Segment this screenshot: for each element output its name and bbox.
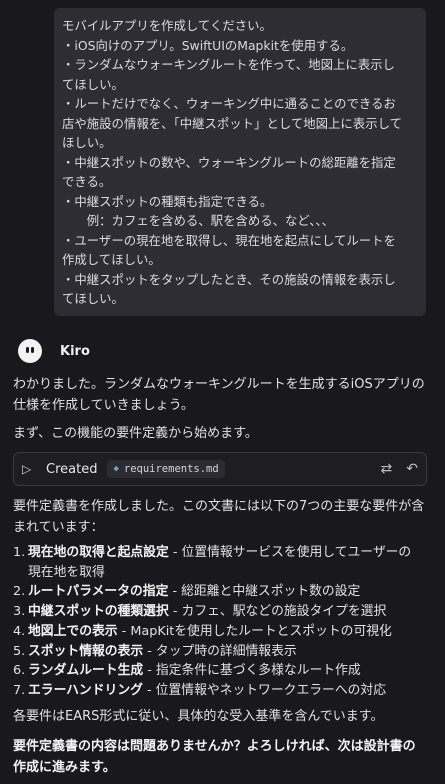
undo-icon[interactable]: ↶: [406, 461, 418, 477]
user-message-line: ・ルートだけでなく、ウォーキング中に通ることのできるお: [62, 96, 396, 111]
user-message-line: 例：カフェを含める、駅を含める、など、、、: [62, 213, 334, 228]
requirement-desc-cont: 現在地を取得: [28, 564, 105, 580]
file-actions: ⇄ ↶: [381, 461, 418, 477]
agent-start-text: まず、この機能の要件定義から始めます。: [13, 426, 258, 441]
user-message-line: できる。: [62, 174, 112, 189]
requirement-number: 4.: [13, 623, 26, 639]
agent-intro: わかりました。ランダムなウォーキングルートを生成するiOSアプリの 仕様を作成し…: [13, 374, 429, 416]
requirement-item: 3. 中継スポットの種類選択 - カフェ、駅などの施設タイプを選択: [13, 602, 433, 622]
requirement-title: 現在地の取得と起点設定: [28, 545, 169, 560]
user-message-bubble: モバイルアプリを作成してください。 ・iOS向けのアプリ。SwiftUIのMap…: [54, 8, 426, 316]
user-message-line: ・中継スポットの数や、ウォーキングルートの総距離を指定: [62, 154, 396, 170]
requirement-desc: - 位置情報サービスを使用してユーザーの: [168, 545, 412, 560]
summary-text: 要件定義書を作成しました。この文書には以下の7つの主要な要件が含 まれています：: [13, 496, 429, 538]
requirement-item: 2. ルートパラメータの指定 - 総距離と中継スポット数の設定: [13, 582, 433, 602]
user-message-line: ・中継スポットをタップしたとき、その施設の情報を表示し: [62, 271, 396, 287]
requirement-number: 2.: [13, 584, 26, 600]
kiro-avatar-icon: [18, 339, 42, 363]
requirements-list: 1. 現在地の取得と起点設定 - 位置情報サービスを使用してユーザーの現在地を取…: [13, 543, 433, 701]
requirement-desc: - 総距離と中継スポット数の設定: [168, 584, 361, 600]
requirement-title: エラーハンドリング: [28, 682, 143, 698]
question-line: 作成に進みます。: [13, 760, 116, 775]
summary-line: まれています：: [13, 520, 104, 535]
requirement-number: 6.: [13, 663, 26, 679]
agent-name: Kiro: [60, 343, 90, 359]
created-file-card[interactable]: ▷ Created ◆ requirements.md ⇄ ↶: [13, 452, 427, 486]
requirement-desc: - カフェ、駅などの施設タイプを選択: [168, 604, 387, 620]
user-message-line: ・ユーザーの現在地を取得し、現在地を起点にしてルートを: [62, 232, 396, 248]
agent-header: Kiro: [18, 339, 90, 363]
file-chip[interactable]: ◆ requirements.md: [107, 460, 225, 478]
requirement-number: 3.: [13, 604, 26, 620]
user-message-line: ほしい。: [62, 135, 112, 150]
requirement-title: スポット情報の表示: [28, 643, 144, 659]
agent-question: 要件定義書の内容は問題ありませんか？よろしければ、次は設計書の 作成に進みます。: [13, 736, 429, 778]
user-message-line: 作成してほしい。: [62, 252, 161, 267]
question-line: 要件定義書の内容は問題ありませんか？よろしければ、次は設計書の: [13, 739, 416, 754]
file-name: requirements.md: [123, 463, 219, 475]
summary-line: 要件定義書を作成しました。この文書には以下の7つの主要な要件が含: [13, 499, 425, 514]
created-status-icon: ▷: [22, 462, 32, 476]
user-message-line: ・中継スポットの種類も指定できる。: [62, 193, 273, 209]
user-message-line: ・ランダムなウォーキングルートを作って、地図上に表示し: [62, 57, 395, 72]
user-message-line: モバイルアプリを作成してください。: [62, 18, 272, 33]
requirement-item: 6. ランダムルート生成 - 指定条件に基づく多様なルート作成: [13, 661, 433, 681]
requirement-item: 7. エラーハンドリング - 位置情報やネットワークエラーへの対応: [13, 681, 433, 701]
requirement-title: 地図上での表示: [28, 623, 118, 639]
requirement-item: 1. 現在地の取得と起点設定 - 位置情報サービスを使用してユーザーの現在地を取…: [13, 543, 433, 582]
user-message-line: 店や施設の情報を、「中継スポット」として地図上に表示して: [62, 115, 402, 131]
requirement-number: 5.: [13, 643, 26, 659]
requirement-desc: - MapKitを使用したルートとスポットの可視化: [117, 623, 392, 639]
user-message-line: てほしい。: [62, 291, 124, 306]
created-label: Created: [46, 461, 98, 477]
requirement-desc: - 位置情報やネットワークエラーへの対応: [142, 682, 387, 698]
agent-intro-line: 仕様を作成していきましょう。: [13, 398, 194, 413]
compare-icon[interactable]: ⇄: [381, 461, 393, 477]
markdown-file-icon: ◆: [113, 464, 119, 474]
requirement-item: 5. スポット情報の表示 - タップ時の詳細情報表示: [13, 642, 433, 662]
ears-note: 各要件はEARS形式に従い、具体的な受入基準を含んでいます。: [13, 709, 384, 724]
requirement-number: 7.: [13, 682, 26, 698]
user-message-line: ・iOS向けのアプリ。SwiftUIのMapkitを使用する。: [62, 37, 354, 53]
requirement-desc: - タップ時の詳細情報表示: [143, 643, 297, 659]
requirement-title: 中継スポットの種類選択: [28, 604, 169, 620]
requirement-number: 1.: [13, 545, 26, 560]
user-message-line: てほしい。: [62, 76, 124, 92]
requirement-item: 4. 地図上での表示 - MapKitを使用したルートとスポットの可視化: [13, 622, 433, 642]
requirement-title: ルートパラメータの指定: [28, 584, 169, 600]
requirement-desc: - 指定条件に基づく多様なルート作成: [143, 663, 361, 679]
requirement-title: ランダムルート生成: [28, 663, 144, 679]
agent-intro-line: わかりました。ランダムなウォーキングルートを生成するiOSアプリの: [13, 377, 425, 392]
